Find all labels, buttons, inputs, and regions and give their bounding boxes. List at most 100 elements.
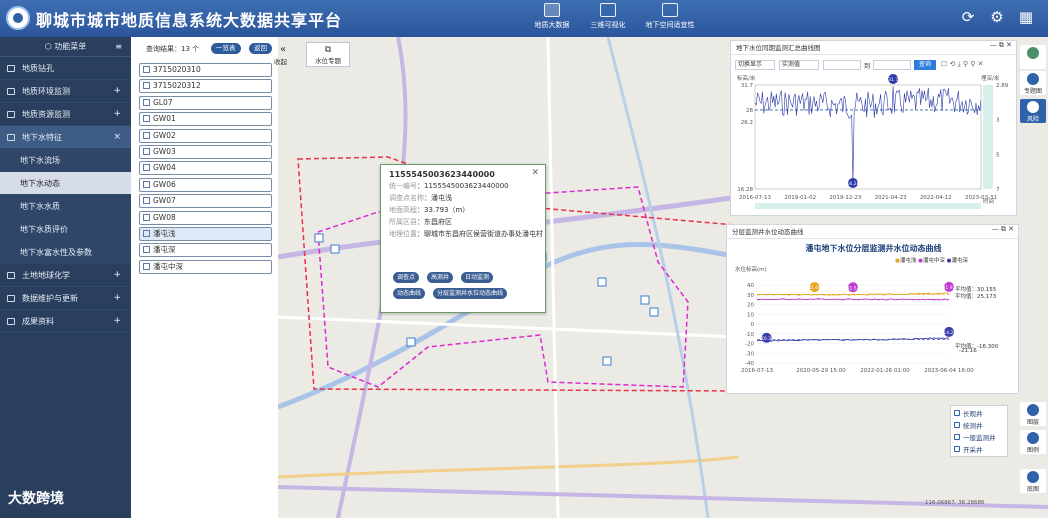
survey-point-button[interactable]: 调查点	[393, 272, 420, 283]
legend-label: 长观井	[963, 410, 983, 418]
well-marker[interactable]	[602, 356, 612, 366]
sidebar-sub-dynamics[interactable]: 地下水动态	[0, 172, 131, 195]
legend-item: 开采井	[954, 444, 1004, 456]
daily-monitor-button[interactable]: 日动监测	[461, 272, 494, 283]
refresh-icon[interactable]: ⟳	[960, 9, 976, 25]
well-list-item[interactable]: GW08	[139, 210, 272, 225]
popup-row: 所属区县：东昌府区	[389, 218, 452, 226]
monitor-well-icon	[954, 434, 960, 440]
grid-icon[interactable]: ▦	[1018, 9, 1034, 25]
well-list: 3715020310 3715020312 GL07 GW01 GW02 GW03 GW04…	[139, 63, 272, 276]
selected-well-marker[interactable]	[406, 337, 416, 347]
well-list-item[interactable]: GW01	[139, 112, 272, 127]
popup-value: 东昌府区	[424, 218, 452, 226]
layered-curve-button[interactable]: 分层监测井水位动态曲线	[433, 288, 508, 299]
layer-icon	[1027, 404, 1039, 416]
sidebar-sub-flowfield[interactable]: 地下水流场	[0, 149, 131, 172]
extraction-well-icon	[954, 446, 960, 452]
layer-tool[interactable]: 图层	[1020, 402, 1046, 426]
summary-table-button[interactable]: 一览表	[211, 43, 241, 54]
expand-icon: +	[113, 109, 121, 119]
well-list-item[interactable]: GW06	[139, 177, 272, 192]
sidebar-item-groundwater[interactable]: 地下水特征 ×	[0, 126, 131, 149]
x-tick-label: 2022-01-26 01:00	[860, 368, 910, 374]
legend-item: 一般监测井	[954, 432, 1004, 444]
tool-label: 底图	[1026, 486, 1039, 493]
checkbox-icon[interactable]	[143, 180, 150, 188]
checkbox-icon[interactable]	[143, 131, 150, 139]
checkbox-icon[interactable]	[143, 66, 150, 73]
nav-underground[interactable]: 地下空间适宜性	[640, 3, 700, 30]
legend-tool[interactable]: 图例	[1020, 430, 1046, 454]
well-marker[interactable]	[597, 277, 607, 287]
basemap-tool[interactable]: 底图	[1020, 469, 1046, 493]
legend-icon	[1027, 432, 1039, 444]
checkbox-icon[interactable]	[143, 246, 150, 254]
checkbox-icon[interactable]	[143, 213, 150, 221]
nav-geo-bigdata[interactable]: 地质大数据	[522, 3, 582, 30]
well-list-item[interactable]: GW02	[139, 128, 272, 143]
collapse-panel-icon[interactable]: «	[280, 44, 286, 55]
well-list-item[interactable]: 3715020312	[139, 79, 272, 94]
dynamic-curve-button[interactable]: 动态曲线	[393, 288, 426, 299]
settings-icon[interactable]: ⚙	[989, 9, 1005, 25]
well-id: GW08	[153, 212, 176, 222]
well-list-item[interactable]: 潘屯中深	[139, 259, 272, 274]
collapse-label: 收起	[274, 58, 287, 66]
collapse-icon[interactable]: ×	[113, 126, 121, 149]
right-scrollbar	[983, 85, 993, 189]
sidebar-item-resource-monitor[interactable]: 地质资源监测 +	[0, 103, 131, 126]
checkbox-icon[interactable]	[143, 197, 150, 205]
hamburger-icon[interactable]: ≡	[115, 37, 122, 57]
well-marker[interactable]	[314, 233, 324, 243]
sidebar-item-drill[interactable]: 地质钻孔	[0, 57, 131, 80]
well-marker[interactable]	[640, 295, 650, 305]
y-tick-label: 20	[747, 303, 754, 309]
x-tick-label: 2019-12-23	[829, 195, 861, 201]
sidebar-item-label: 地质钻孔	[22, 64, 54, 73]
nav-label: 地下空间适宜性	[645, 21, 695, 29]
database-icon	[544, 3, 560, 17]
well-list-item[interactable]: 3715020310	[139, 63, 272, 77]
well-marker[interactable]	[649, 307, 659, 317]
marker-label: -20.32	[759, 336, 774, 342]
marker-label: 31.92	[943, 285, 956, 291]
checkbox-icon[interactable]	[143, 164, 150, 172]
expand-icon: +	[113, 86, 121, 96]
water-icon	[7, 134, 15, 141]
sidebar-sub-quality[interactable]: 地下水水质	[0, 195, 131, 218]
nav-label: 三维可视化	[590, 21, 626, 29]
sidebar-item-env-monitor[interactable]: 地质环境监测 +	[0, 80, 131, 103]
risk-tool[interactable]: 风险	[1020, 99, 1046, 123]
close-icon[interactable]: ✕	[531, 168, 539, 178]
checkbox-icon[interactable]	[143, 98, 150, 106]
sidebar-sub-richness[interactable]: 地下水富水性及参数	[0, 241, 131, 264]
x-tick-label: 2021-04-23	[875, 195, 907, 201]
checkbox-icon[interactable]	[143, 147, 150, 155]
well-list-item[interactable]: GW04	[139, 161, 272, 176]
well-list-item[interactable]: 潘屯浅	[139, 226, 272, 241]
high-test-well-button[interactable]: 高测井	[427, 272, 454, 283]
checkbox-icon[interactable]	[143, 229, 150, 237]
sidebar-item-results[interactable]: 成果资料 +	[0, 310, 131, 333]
nav-3d[interactable]: 三维可视化	[578, 3, 638, 30]
checkbox-icon[interactable]	[143, 262, 150, 270]
layers-tool[interactable]	[1020, 45, 1046, 69]
sidebar-sub-quality-eval[interactable]: 地下水质评价	[0, 218, 131, 241]
back-button[interactable]: 返回	[249, 43, 272, 54]
water-topic-button[interactable]: ⧉ 水位专题	[306, 42, 350, 67]
checkbox-icon[interactable]	[143, 82, 150, 90]
well-list-item[interactable]: GW03	[139, 144, 272, 159]
well-list-item[interactable]: GW07	[139, 194, 272, 209]
x-tick-label: 2020-05-29 15:00	[796, 368, 846, 374]
well-list-item[interactable]: 潘屯深	[139, 243, 272, 258]
y-tick-label: 10	[747, 312, 754, 318]
sidebar-item-geochem[interactable]: 土地地球化学 +	[0, 264, 131, 287]
well-marker[interactable]	[330, 244, 340, 254]
checkbox-icon[interactable]	[143, 115, 150, 123]
x-tick-label: 2022-04-12	[920, 195, 952, 201]
bottom-scrollbar	[755, 203, 981, 209]
sidebar-item-data-maint[interactable]: 数据维护与更新 +	[0, 287, 131, 310]
topic-map-tool[interactable]: 专题图	[1020, 71, 1046, 95]
well-list-item[interactable]: GL07	[139, 95, 272, 110]
